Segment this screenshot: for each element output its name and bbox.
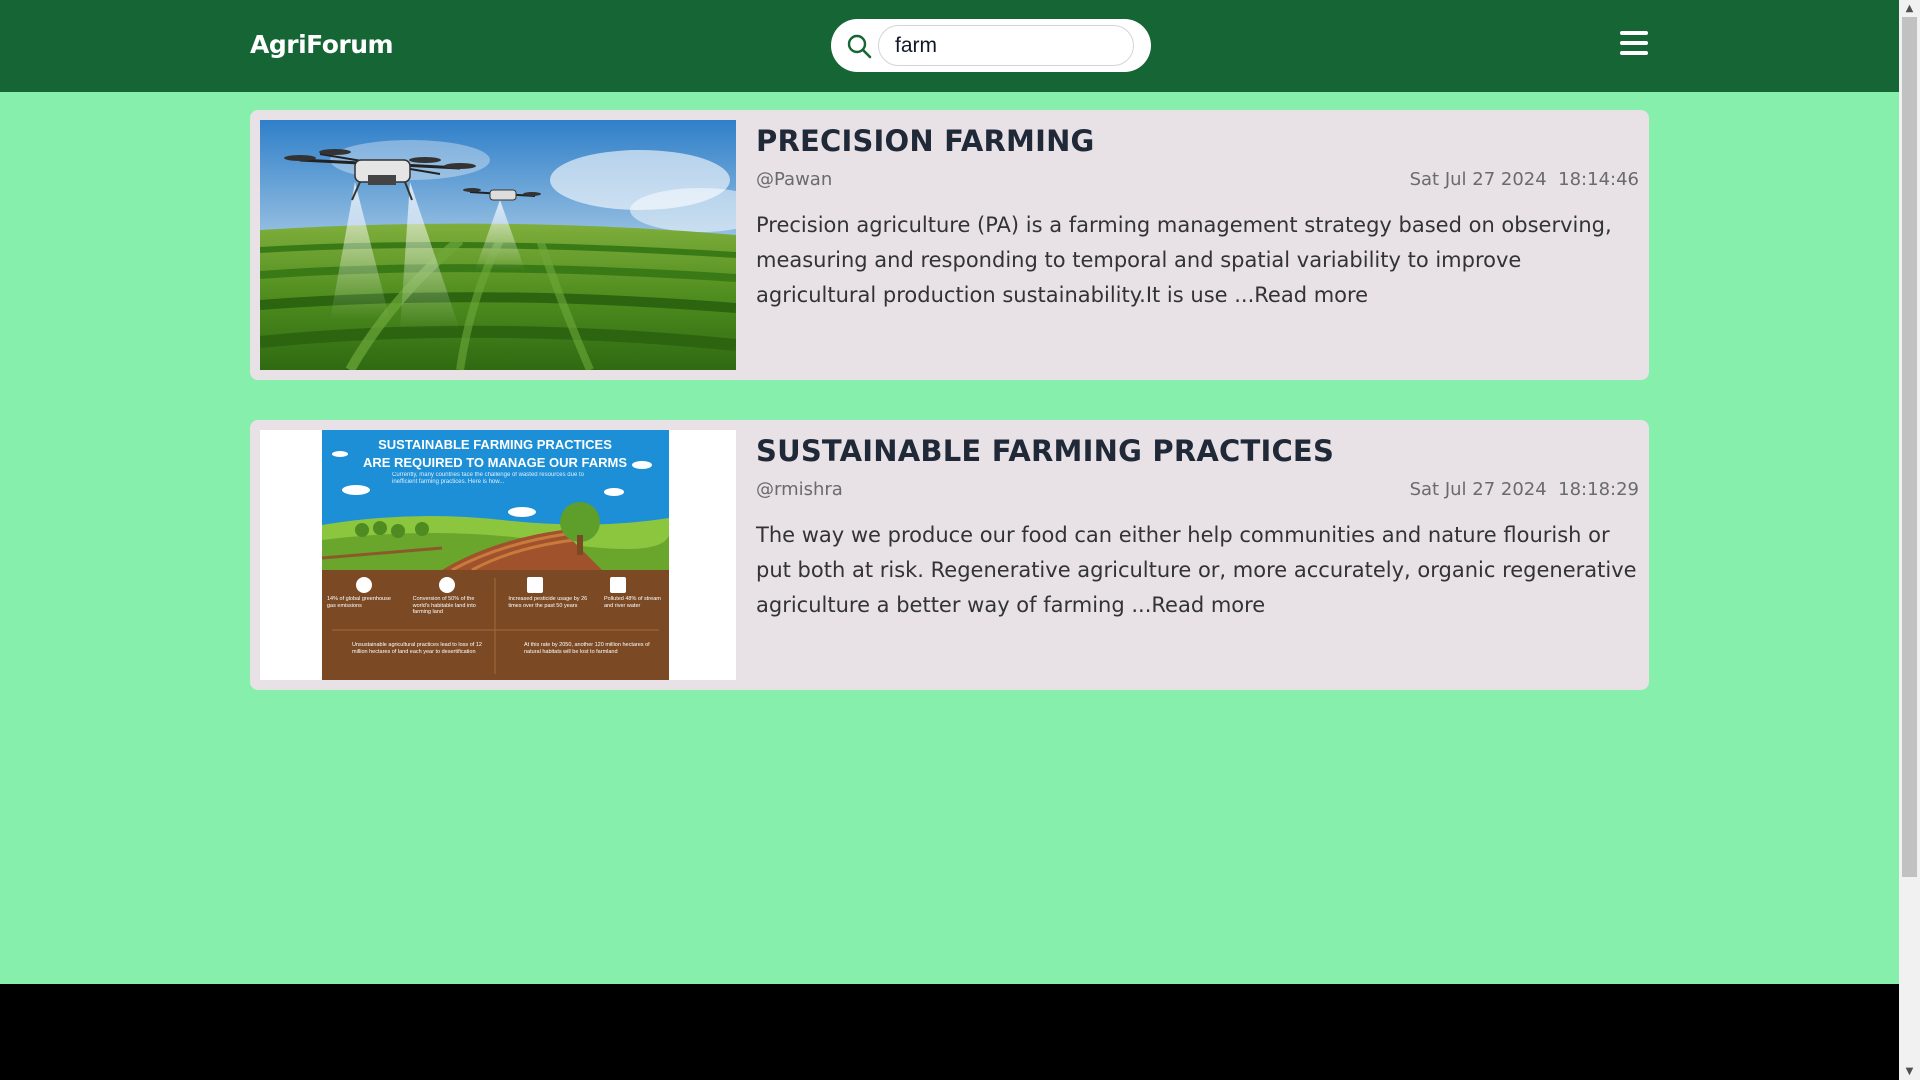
infographic-stat: Polluted 48% of stream and river water	[603, 596, 661, 609]
post-time: 18:18:29	[1558, 479, 1639, 500]
post-image-drone-farming[interactable]	[260, 120, 736, 370]
infographic-bottom-left: Unsustainable agricultural practices lea…	[352, 642, 482, 655]
post-timestamp: Sat Jul 27 2024 18:18:29	[1410, 474, 1639, 506]
post-author[interactable]: @rmishra	[756, 479, 843, 500]
post-author[interactable]: @Pawan	[756, 169, 832, 190]
post-time: 18:14:46	[1558, 169, 1639, 190]
search-bar	[831, 19, 1151, 72]
post-title[interactable]: SUSTAINABLE FARMING PRACTICES	[756, 430, 1639, 472]
read-more-link[interactable]: ...Read more	[1131, 593, 1265, 617]
post-image-infographic[interactable]: SUSTAINABLE FARMING PRACTICES ARE REQUIR…	[260, 430, 736, 680]
post-date: Sat Jul 27 2024	[1409, 479, 1547, 500]
infographic-bottom-right: At this rate by 2050, another 120 millio…	[524, 642, 650, 655]
infographic-stat: Increased pesticide usage by 26 times ov…	[508, 596, 588, 609]
infographic-heading-line1: SUSTAINABLE FARMING PRACTICES	[378, 437, 612, 452]
post-card[interactable]: SUSTAINABLE FARMING PRACTICES ARE REQUIR…	[250, 420, 1649, 690]
post-date: Sat Jul 27 2024	[1409, 169, 1547, 190]
infographic-stat: 14% of global greenhouse gas emissions	[327, 596, 391, 609]
post-excerpt: Precision agriculture (PA) is a farming …	[756, 208, 1639, 313]
infographic-illustration: SUSTAINABLE FARMING PRACTICES ARE REQUIR…	[260, 430, 736, 680]
post-meta: @Pawan Sat Jul 27 2024 18:14:46	[756, 164, 1639, 196]
infographic-stats: 14% of global greenhouse gas emissions C…	[327, 596, 664, 616]
scrollbar-thumb[interactable]	[1902, 17, 1917, 877]
infographic-stat: Conversion of 50% of the world's habitab…	[412, 596, 476, 615]
post-meta: @rmishra Sat Jul 27 2024 18:18:29	[756, 474, 1639, 506]
post-body: PRECISION FARMING @Pawan Sat Jul 27 2024…	[756, 120, 1639, 313]
infographic-heading-line2: ARE REQUIRED TO MANAGE OUR FARMS	[363, 455, 627, 470]
post-excerpt: The way we produce our food can either h…	[756, 518, 1639, 623]
post-excerpt-text: Precision agriculture (PA) is a farming …	[756, 213, 1612, 307]
post-body: SUSTAINABLE FARMING PRACTICES @rmishra S…	[756, 430, 1639, 623]
post-card[interactable]: PRECISION FARMING @Pawan Sat Jul 27 2024…	[250, 110, 1649, 380]
read-more-link[interactable]: ...Read more	[1234, 283, 1368, 307]
page: AgriForum farm PRECISION FARMING @Pawan …	[0, 0, 1899, 984]
drone-field-illustration	[260, 120, 736, 370]
navbar: AgriForum	[0, 0, 1899, 92]
post-timestamp: Sat Jul 27 2024 18:14:46	[1410, 164, 1639, 196]
scroll-down-icon[interactable]: ▼	[1899, 1063, 1920, 1080]
search-icon[interactable]	[845, 32, 873, 60]
scroll-up-icon[interactable]: ▲	[1899, 0, 1920, 17]
vertical-scrollbar[interactable]: ▲ ▼	[1899, 0, 1920, 1080]
browser-viewport: AgriForum farm PRECISION FARMING @Pawan …	[0, 0, 1899, 1080]
infographic-subheading: Currently, many countries face the chall…	[392, 472, 584, 485]
brand-logo[interactable]: AgriForum	[250, 30, 394, 59]
search-input[interactable]	[878, 25, 1134, 66]
post-title[interactable]: PRECISION FARMING	[756, 120, 1639, 162]
hamburger-menu-icon[interactable]	[1620, 30, 1648, 58]
